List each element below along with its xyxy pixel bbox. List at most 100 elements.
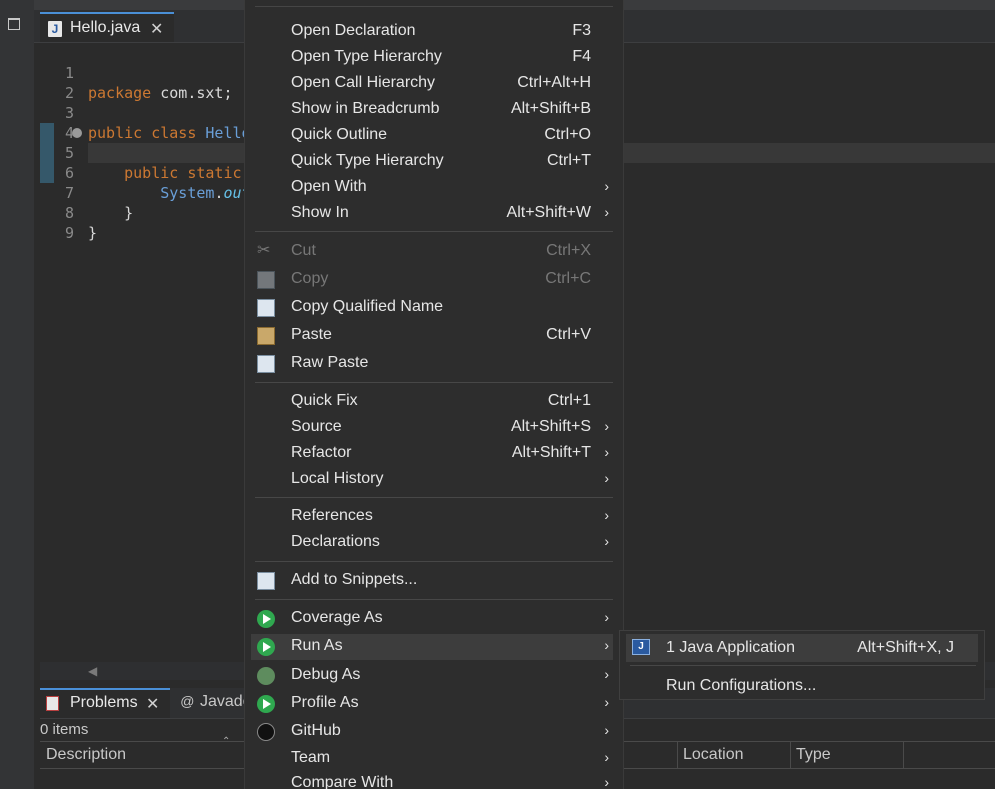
column-type[interactable]: Type: [796, 746, 831, 764]
menu-item-add-to-snippets[interactable]: Add to Snippets...: [251, 569, 613, 593]
menu-item-paste[interactable]: Paste Ctrl+V: [251, 324, 613, 348]
menu-item-label: Add to Snippets...: [291, 571, 418, 588]
menu-item-shortcut: Alt+Shift+S: [510, 418, 591, 435]
menu-separator: [255, 231, 613, 232]
menu-item-quick-outline[interactable]: Quick Outline Ctrl+O: [251, 124, 613, 148]
menu-item-copy-qualified-name[interactable]: Copy Qualified Name: [251, 296, 613, 320]
close-icon[interactable]: ✕: [150, 19, 163, 39]
menu-item-label: Declarations: [291, 533, 380, 550]
items-count: 0 items: [40, 721, 89, 738]
java-file-icon: J: [48, 21, 62, 37]
menu-separator: [255, 599, 613, 600]
github-icon: [257, 723, 275, 741]
tab-label: Problems: [70, 694, 138, 711]
submenu-arrow-icon: ›: [604, 749, 609, 765]
menu-item-show-in-breadcrumb[interactable]: Show in Breadcrumb Alt+Shift+B: [251, 98, 613, 122]
menu-item-quick-type-hierarchy[interactable]: Quick Type Hierarchy Ctrl+T: [251, 150, 613, 174]
submenu-arrow-icon: ›: [604, 507, 609, 523]
menu-item-open-call-hierarchy[interactable]: Open Call Hierarchy Ctrl+Alt+H: [251, 72, 613, 96]
column-divider[interactable]: [903, 742, 904, 768]
scissors-icon: ✂: [257, 242, 271, 259]
menu-item-quick-fix[interactable]: Quick Fix Ctrl+1: [251, 390, 613, 414]
menu-item-source[interactable]: Source Alt+Shift+S ›: [251, 416, 613, 440]
menu-separator: [255, 382, 613, 383]
menu-item-copy[interactable]: Copy Ctrl+C: [251, 268, 613, 292]
menu-item-compare-with[interactable]: Compare With ›: [251, 772, 613, 789]
submenu-arrow-icon: ›: [604, 666, 609, 682]
menu-item-debug-as[interactable]: Debug As ›: [251, 664, 613, 688]
menu-separator: [630, 665, 976, 666]
menu-item-declarations[interactable]: Declarations ›: [251, 531, 613, 555]
menu-item-label: Source: [291, 418, 342, 435]
menu-item-label: Quick Type Hierarchy: [291, 152, 444, 169]
menu-item-run-as[interactable]: Run As ›: [251, 634, 613, 660]
menu-item-shortcut: Alt+Shift+W: [506, 204, 591, 221]
menu-item-label: Quick Fix: [291, 392, 358, 409]
menu-item-open-type-hierarchy[interactable]: Open Type Hierarchy F4: [251, 46, 613, 70]
menu-item-label: Cut: [291, 242, 316, 259]
menu-item-coverage-as[interactable]: Coverage As ›: [251, 607, 613, 631]
scroll-left-icon[interactable]: ◀: [88, 664, 97, 678]
menu-item-raw-paste[interactable]: Raw Paste: [251, 352, 613, 376]
line-number: 9: [64, 224, 74, 242]
debug-bug-icon: [257, 667, 275, 685]
menu-item-team[interactable]: Team ›: [251, 747, 613, 771]
submenu-arrow-icon: ›: [604, 204, 609, 220]
menu-item-shortcut: Ctrl+1: [547, 392, 591, 409]
menu-item-shortcut: Ctrl+O: [544, 126, 591, 143]
submenu-arrow-icon: ›: [604, 722, 609, 738]
column-location[interactable]: Location: [683, 746, 744, 764]
left-trim-strip: [0, 0, 34, 789]
menu-item-label: Copy: [291, 270, 329, 287]
problems-icon: [46, 696, 59, 711]
menu-item-local-history[interactable]: Local History ›: [251, 468, 613, 492]
code-text: }: [88, 224, 98, 242]
menu-item-label: Coverage As: [291, 609, 383, 626]
menu-item-run-configurations[interactable]: Run Configurations...: [626, 672, 978, 700]
menu-item-label: Run Configurations...: [666, 677, 817, 694]
menu-item-open-with[interactable]: Open With ›: [251, 176, 613, 200]
menu-item-shortcut: Alt+Shift+X, J: [857, 639, 954, 656]
menu-item-label: References: [291, 507, 373, 524]
menu-item-profile-as[interactable]: Profile As ›: [251, 692, 613, 716]
menu-item-show-in[interactable]: Show In Alt+Shift+W ›: [251, 202, 613, 226]
menu-item-shortcut: Alt+Shift+T: [511, 444, 591, 461]
run-icon: [257, 638, 275, 656]
menu-item-label: Open Type Hierarchy: [291, 48, 442, 65]
editor-context-menu: Open Declaration F3 Open Type Hierarchy …: [244, 0, 624, 789]
submenu-arrow-icon: ›: [604, 444, 609, 460]
menu-item-shortcut: Ctrl+Alt+H: [517, 74, 591, 91]
menu-item-refactor[interactable]: Refactor Alt+Shift+T ›: [251, 442, 613, 466]
tab-problems[interactable]: Problems ✕: [40, 688, 170, 718]
close-icon[interactable]: ✕: [146, 694, 159, 714]
submenu-arrow-icon: ›: [604, 694, 609, 710]
menu-item-label: Compare With: [291, 774, 394, 789]
tab-hello-java[interactable]: J Hello.java ✕: [40, 12, 174, 42]
menu-separator: [255, 497, 613, 498]
java-application-icon: J: [632, 639, 650, 655]
menu-top-edge: [255, 0, 613, 7]
paste-icon: [257, 327, 275, 345]
column-description[interactable]: Description: [46, 746, 126, 764]
submenu-arrow-icon: ›: [604, 418, 609, 434]
submenu-arrow-icon: ›: [604, 470, 609, 486]
menu-item-references[interactable]: References ›: [251, 505, 613, 529]
restore-view-icon[interactable]: [8, 18, 20, 30]
menu-item-label: Profile As: [291, 694, 359, 711]
menu-item-open-declaration[interactable]: Open Declaration F3: [251, 20, 613, 44]
column-divider[interactable]: [677, 742, 678, 768]
menu-item-java-application[interactable]: J 1 Java Application Alt+Shift+X, J: [626, 634, 978, 662]
coverage-icon: [257, 610, 275, 628]
menu-item-label: Paste: [291, 326, 332, 343]
menu-item-label: GitHub: [291, 722, 341, 739]
submenu-arrow-icon: ›: [604, 533, 609, 549]
menu-separator: [255, 561, 613, 562]
column-divider[interactable]: [790, 742, 791, 768]
menu-item-github[interactable]: GitHub ›: [251, 720, 613, 744]
snippet-icon: [257, 572, 275, 590]
menu-item-label: Open Call Hierarchy: [291, 74, 436, 91]
menu-item-shortcut: Alt+Shift+B: [510, 100, 591, 117]
raw-paste-icon: [257, 355, 275, 373]
menu-item-cut[interactable]: ✂ Cut Ctrl+X: [251, 240, 613, 264]
menu-item-label: Copy Qualified Name: [291, 298, 444, 315]
